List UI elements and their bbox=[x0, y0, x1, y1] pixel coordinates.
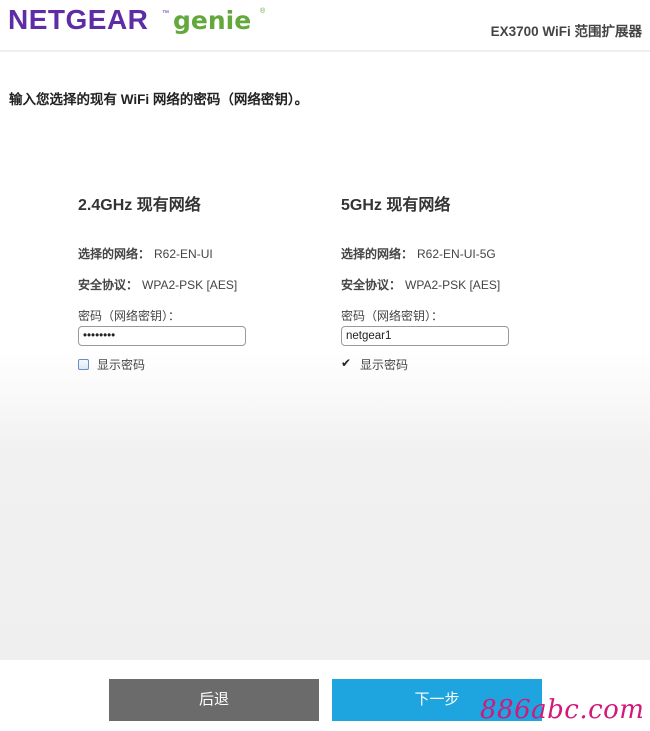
show-password-label: 显示密码 bbox=[97, 358, 146, 372]
ssid-label: 选择的网络： bbox=[78, 247, 151, 261]
security-value: WPA2-PSK [AES] bbox=[405, 278, 501, 292]
password-input[interactable]: netgear1 bbox=[341, 326, 509, 346]
logo-netgear-text: NETGEAR bbox=[8, 4, 149, 35]
password-label: 密码（网络密钥）： bbox=[341, 309, 444, 323]
ssid-row: 选择的网络： R62-EN-UI bbox=[78, 245, 213, 262]
show-password-checkbox[interactable] bbox=[78, 359, 89, 370]
security-value: WPA2-PSK [AES] bbox=[142, 278, 238, 292]
password-input[interactable]: •••••••• bbox=[78, 326, 246, 346]
show-password-toggle[interactable]: 显示密码 bbox=[78, 356, 145, 373]
security-label: 安全协议： bbox=[341, 278, 402, 292]
ssid-value: R62-EN-UI-5G bbox=[417, 247, 496, 261]
footer: 后退 下一步 886abc.com bbox=[0, 660, 650, 731]
ssid-value: R62-EN-UI bbox=[154, 247, 213, 261]
back-button[interactable]: 后退 bbox=[109, 679, 319, 721]
network-5ghz-panel: 5GHz 现有网络 选择的网络： R62-EN-UI-5G 安全协议： WPA2-P… bbox=[341, 195, 581, 372]
network-heading: 5GHz 现有网络 bbox=[341, 197, 451, 214]
ssid-row: 选择的网络： R62-EN-UI-5G bbox=[341, 245, 496, 262]
logo-genie-text: genie bbox=[173, 6, 252, 35]
site-watermark: 886abc.com bbox=[480, 695, 645, 725]
instruction-text: 输入您选择的现有 WiFi 网络的密码（网络密钥）。 bbox=[9, 92, 309, 107]
show-password-label: 显示密码 bbox=[360, 358, 409, 372]
header: NETGEAR ™ genie ® EX3700 WiFi 范围扩展器 bbox=[0, 0, 650, 52]
ssid-label: 选择的网络： bbox=[341, 247, 414, 261]
logo-trademark: ™ bbox=[162, 10, 169, 17]
password-label: 密码（网络密钥）： bbox=[78, 309, 181, 323]
security-label: 安全协议： bbox=[78, 278, 139, 292]
checkmark-icon: ✔ bbox=[341, 356, 352, 370]
logo-registered: ® bbox=[260, 8, 266, 15]
product-title: EX3700 WiFi 范围扩展器 bbox=[490, 24, 642, 39]
security-row: 安全协议： WPA2-PSK [AES] bbox=[341, 276, 500, 293]
show-password-toggle[interactable]: ✔ 显示密码 bbox=[341, 356, 408, 373]
network-heading: 2.4GHz 现有网络 bbox=[78, 197, 201, 214]
show-password-checkbox[interactable]: ✔ bbox=[341, 356, 352, 370]
security-row: 安全协议： WPA2-PSK [AES] bbox=[78, 276, 237, 293]
network-24ghz-panel: 2.4GHz 现有网络 选择的网络： R62-EN-UI 安全协议： WPA2-PS… bbox=[78, 195, 318, 372]
